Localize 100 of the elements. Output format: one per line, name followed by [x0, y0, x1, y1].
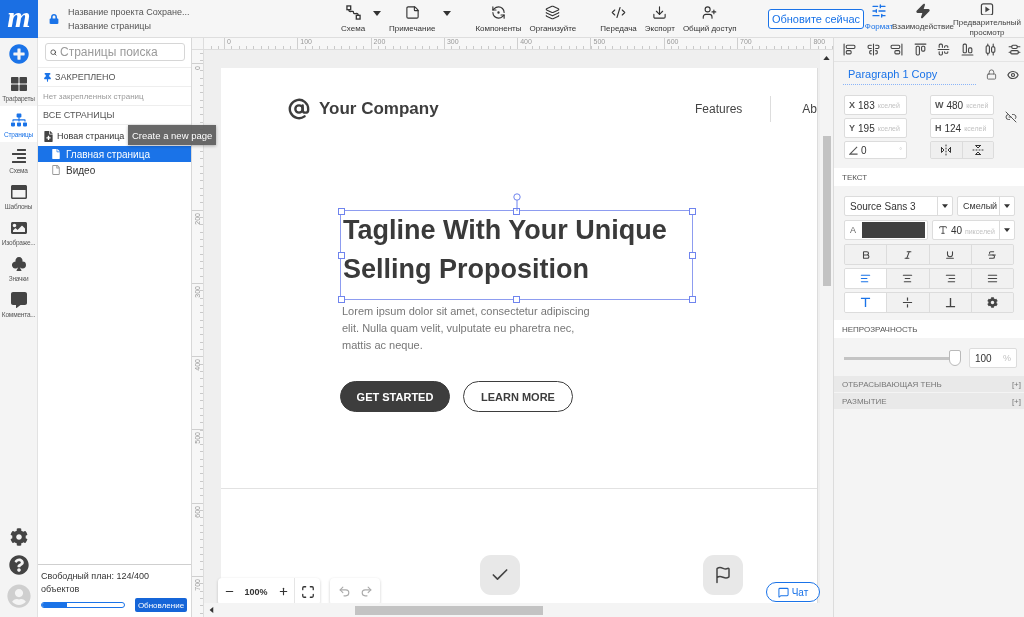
flip-vertical-icon — [971, 144, 984, 156]
nav-link[interactable]: Ab — [802, 102, 817, 116]
upgrade-button[interactable]: Обновите сейчас — [768, 8, 864, 29]
resize-handle[interactable] — [688, 295, 696, 303]
distribute-vertical-button[interactable] — [1007, 43, 1021, 56]
toolbar-button[interactable]: Схема — [338, 0, 369, 37]
rotate-handle[interactable] — [512, 193, 521, 211]
align-bottom-edge-button[interactable] — [960, 43, 974, 56]
file-icon — [51, 165, 61, 175]
resize-handle[interactable] — [337, 295, 345, 303]
align-right-edge-icon — [890, 43, 904, 56]
element-name-field[interactable]: Paragraph 1 Copy — [843, 64, 976, 85]
mode-tab[interactable]: Предварительный просмотр — [954, 0, 1020, 38]
align-middle-icon — [902, 297, 914, 308]
resize-handle[interactable] — [688, 251, 696, 259]
mode-tab[interactable]: Формат — [866, 0, 892, 38]
scroll-left-icon[interactable] — [209, 606, 214, 614]
page-item[interactable]: Видео — [38, 162, 191, 178]
file-icon — [51, 149, 61, 159]
toolbar-button[interactable]: Экспорт — [641, 0, 678, 37]
comment-icon — [10, 292, 27, 308]
distribute-horizontal-button[interactable] — [984, 43, 998, 56]
align-bottom-icon — [944, 297, 956, 308]
lock-button[interactable] — [986, 69, 997, 80]
check-button[interactable] — [480, 555, 520, 595]
resize-handle[interactable] — [337, 207, 345, 215]
lines-icon — [10, 148, 27, 164]
page-item[interactable]: Главная страница — [38, 146, 191, 162]
align-left-button[interactable] — [845, 269, 887, 288]
resize-handle[interactable] — [337, 251, 345, 259]
align-right-edge-button[interactable] — [890, 43, 904, 56]
slider-thumb[interactable] — [949, 350, 961, 366]
expand-toggle[interactable]: [+] — [1011, 379, 1021, 389]
toolbar-button[interactable]: Общий доступ — [679, 0, 740, 37]
unlink-icon[interactable] — [1004, 110, 1017, 123]
lock-icon — [986, 69, 997, 80]
company-name: Your Company — [319, 99, 439, 119]
text-color-field[interactable]: A — [844, 220, 928, 240]
align-horizontal-center-button[interactable] — [866, 43, 880, 56]
toolbar-button[interactable]: Организуйте — [526, 0, 580, 37]
scroll-up-icon[interactable] — [823, 56, 830, 60]
search-icon — [50, 46, 57, 58]
avatar-icon — [6, 584, 31, 608]
resize-handle[interactable] — [688, 207, 696, 215]
pin-icon — [43, 72, 52, 82]
app-logo[interactable]: m — [0, 0, 38, 38]
font-select[interactable]: Source Sans 3 — [844, 196, 953, 216]
align-top-button[interactable] — [845, 293, 887, 312]
chat-button[interactable]: Чат — [766, 582, 820, 602]
toolbar-button[interactable]: Примечание — [386, 0, 439, 37]
flag-icon — [714, 566, 732, 584]
opacity-field[interactable]: 100 % — [969, 348, 1017, 368]
settings-icon — [9, 528, 28, 546]
cta-button[interactable]: GET STARTED — [340, 381, 450, 412]
resize-handle[interactable] — [513, 295, 520, 303]
zoom-level[interactable]: 100% — [240, 586, 272, 597]
weight-select[interactable]: Смелый — [957, 196, 1015, 216]
fit-screen-icon — [300, 584, 315, 599]
horizontal-scrollbar[interactable] — [204, 603, 820, 617]
help-icon — [8, 555, 29, 575]
flip-vertical-button[interactable] — [961, 142, 993, 158]
toolbar-button[interactable]: Передача — [597, 0, 640, 37]
align-justify-icon — [986, 273, 998, 284]
align-left-icon — [860, 273, 872, 284]
tooltip: Create a new page — [128, 125, 217, 145]
align-top-icon — [860, 297, 872, 308]
align-left-edge-button[interactable] — [843, 43, 856, 56]
help-button[interactable] — [8, 555, 29, 575]
settings-button[interactable] — [9, 528, 28, 546]
new-page-button[interactable]: Новая страница — [38, 126, 125, 146]
at-sign-icon — [288, 98, 310, 120]
caret-icon — [373, 11, 382, 16]
lock-icon — [49, 13, 59, 24]
vertical-scrollbar[interactable] — [820, 50, 833, 603]
toolbar-button[interactable]: Компоненты — [472, 0, 525, 37]
resize-handle[interactable] — [513, 207, 520, 215]
search-field[interactable]: Страницы поиска — [45, 43, 185, 61]
align-top-edge-button[interactable] — [913, 43, 927, 56]
headline: Tagline With Your Unique Selling Proposition — [342, 214, 668, 286]
scrollbar-thumb[interactable] — [822, 136, 831, 286]
color-swatch-icon — [862, 222, 925, 238]
play-icon — [979, 2, 995, 16]
visibility-button[interactable] — [1007, 68, 1019, 81]
expand-toggle[interactable]: [+] — [1011, 396, 1021, 406]
flag-button[interactable] — [703, 555, 743, 595]
mode-tab[interactable]: Взаимодействие — [892, 0, 954, 38]
align-horizontal-center-icon — [866, 43, 880, 56]
caret-icon — [1004, 204, 1010, 208]
project-title[interactable]: Название проекта Сохране... — [68, 6, 190, 17]
caret-icon — [443, 11, 452, 16]
sitemap-icon — [10, 112, 27, 128]
bold-icon — [860, 249, 871, 260]
flip-horizontal-button[interactable] — [931, 142, 962, 158]
upgrade-plan-button[interactable]: Обновление — [135, 598, 187, 612]
align-vertical-center-button[interactable] — [937, 43, 951, 56]
section-title: РАЗМЫТИЕ — [842, 396, 887, 406]
add-button[interactable] — [8, 44, 29, 64]
nav-link[interactable]: Features — [694, 102, 743, 116]
scrollbar-thumb[interactable] — [355, 605, 543, 615]
cta-button[interactable]: LEARN MORE — [463, 381, 573, 412]
